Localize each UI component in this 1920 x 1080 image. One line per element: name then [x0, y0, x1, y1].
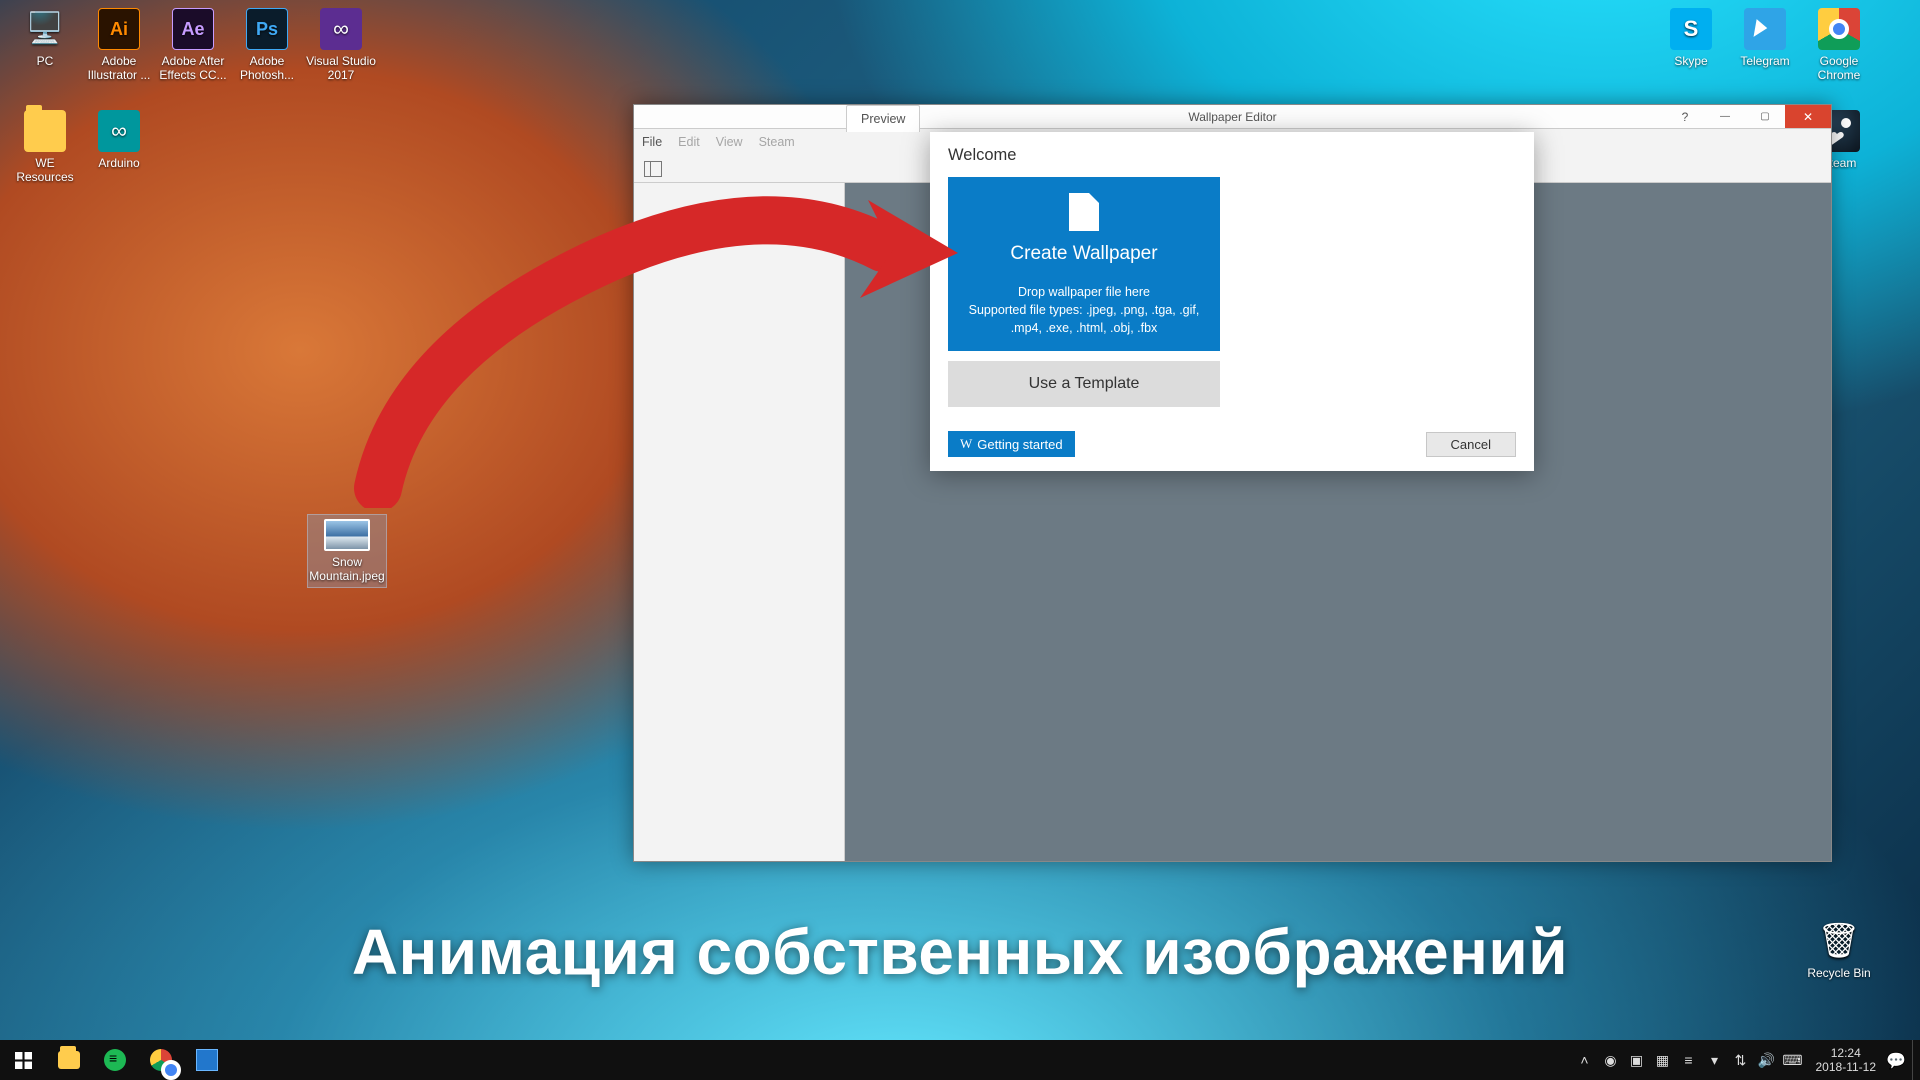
notifications-button[interactable] — [1886, 1051, 1912, 1069]
desktop-icon-label: Adobe Photosh... — [232, 54, 302, 82]
clock-date: 2018-11-12 — [1816, 1060, 1877, 1074]
desktop-icon-skype[interactable]: Skype — [1656, 8, 1726, 68]
windows-icon — [15, 1052, 32, 1069]
desktop-file-label: Snow Mountain.jpeg — [308, 555, 386, 583]
taskbar-clock[interactable]: 12:24 2018-11-12 — [1806, 1046, 1887, 1074]
cancel-button[interactable]: Cancel — [1426, 432, 1516, 457]
new-file-icon — [1069, 193, 1099, 231]
folder-icon — [24, 110, 66, 152]
image-thumbnail-icon — [324, 519, 370, 551]
tray-app-icon[interactable]: ≡ — [1676, 1052, 1702, 1068]
desktop-icon-label: Arduino — [84, 156, 154, 170]
tray-steam-icon[interactable]: ◉ — [1598, 1052, 1624, 1069]
desktop-icon-label: Telegram — [1730, 54, 1800, 68]
welcome-dialog: Welcome Create Wallpaper Drop wallpaper … — [930, 132, 1534, 471]
desktop-icon-label: Skype — [1656, 54, 1726, 68]
desktop-icon-arduino[interactable]: Arduino — [84, 110, 154, 170]
tray-volume-icon[interactable]: 🔊 — [1754, 1052, 1780, 1069]
supported-types-text: Supported file types: .jpeg, .png, .tga,… — [958, 301, 1210, 337]
create-wallpaper-button[interactable]: Create Wallpaper Drop wallpaper file her… — [948, 177, 1220, 351]
folder-icon — [58, 1051, 80, 1069]
desktop-icon-telegram[interactable]: Telegram — [1730, 8, 1800, 68]
title-bar[interactable]: Wallpaper Editor — [634, 105, 1831, 129]
system-tray: ˄ ◉ ▣ ▦ ≡ ▾ ⇅ 🔊 ⌨ 12:24 2018-11-12 — [1572, 1040, 1920, 1080]
desktop-icon-label: PC — [10, 54, 80, 68]
create-wallpaper-label: Create Wallpaper — [958, 243, 1210, 265]
promo-caption: Анимация собственных изображений — [0, 915, 1920, 989]
after-effects-icon: Ae — [172, 8, 214, 50]
notification-icon — [1886, 1051, 1906, 1069]
desktop-icon-label: Visual Studio 2017 — [306, 54, 376, 82]
clock-time: 12:24 — [1816, 1046, 1877, 1060]
desktop-icon-after-effects[interactable]: Ae Adobe After Effects CC... — [158, 8, 228, 82]
tab-preview[interactable]: Preview — [846, 105, 920, 132]
desktop-icon-pc[interactable]: 🖥️ PC — [10, 8, 80, 68]
skype-icon — [1670, 8, 1712, 50]
desktop-icon-illustrator[interactable]: Ai Adobe Illustrator ... — [84, 8, 154, 82]
drop-hint-text: Drop wallpaper file here — [958, 283, 1210, 301]
taskbar-wallpaper-engine[interactable] — [184, 1040, 230, 1080]
spotify-icon — [104, 1049, 126, 1071]
getting-started-button[interactable]: Getting started — [948, 431, 1075, 457]
menu-edit[interactable]: Edit — [678, 135, 700, 149]
arduino-icon — [98, 110, 140, 152]
tray-app-icon[interactable]: ▣ — [1624, 1052, 1650, 1069]
taskbar-chrome[interactable] — [138, 1040, 184, 1080]
desktop-file-selected[interactable]: Snow Mountain.jpeg — [308, 515, 386, 587]
chrome-icon — [1818, 8, 1860, 50]
desktop-icon-chrome[interactable]: Google Chrome — [1804, 8, 1874, 82]
taskbar: ˄ ◉ ▣ ▦ ≡ ▾ ⇅ 🔊 ⌨ 12:24 2018-11-12 — [0, 1040, 1920, 1080]
tray-wifi-icon[interactable]: ⇅ — [1728, 1052, 1754, 1069]
desktop-icon-photoshop[interactable]: Ps Adobe Photosh... — [232, 8, 302, 82]
desktop-icon-label: Adobe After Effects CC... — [158, 54, 228, 82]
tray-language-icon[interactable]: ⌨ — [1780, 1052, 1806, 1069]
window-title: Wallpaper Editor — [634, 110, 1831, 124]
start-button[interactable] — [0, 1040, 46, 1080]
show-desktop-button[interactable] — [1912, 1040, 1920, 1080]
taskbar-spotify[interactable] — [92, 1040, 138, 1080]
pc-icon: 🖥️ — [24, 8, 66, 50]
desktop-icon-label: Google Chrome — [1804, 54, 1874, 82]
tray-network-icon[interactable]: ▾ — [1702, 1052, 1728, 1069]
desktop-icon-we-resources[interactable]: WE Resources — [10, 110, 80, 184]
visual-studio-icon — [320, 8, 362, 50]
use-template-button[interactable]: Use a Template — [948, 361, 1220, 407]
desktop-icon-label: Adobe Illustrator ... — [84, 54, 154, 82]
layout-panes-icon[interactable] — [644, 161, 662, 177]
desktop-icon-visual-studio[interactable]: Visual Studio 2017 — [306, 8, 376, 82]
desktop-icon-label: WE Resources — [10, 156, 80, 184]
tray-app-icon[interactable]: ▦ — [1650, 1052, 1676, 1069]
chrome-icon — [150, 1049, 172, 1071]
left-panel — [634, 183, 845, 861]
tray-chevron-up-icon[interactable]: ˄ — [1572, 1052, 1598, 1068]
photoshop-icon: Ps — [246, 8, 288, 50]
wallpaper-engine-icon — [196, 1049, 218, 1071]
illustrator-icon: Ai — [98, 8, 140, 50]
menu-file[interactable]: File — [642, 135, 662, 149]
menu-view[interactable]: View — [716, 135, 743, 149]
getting-started-label: Getting started — [977, 437, 1062, 452]
taskbar-explorer[interactable] — [46, 1040, 92, 1080]
dialog-title: Welcome — [930, 132, 1534, 177]
menu-steam[interactable]: Steam — [759, 135, 795, 149]
telegram-icon — [1744, 8, 1786, 50]
